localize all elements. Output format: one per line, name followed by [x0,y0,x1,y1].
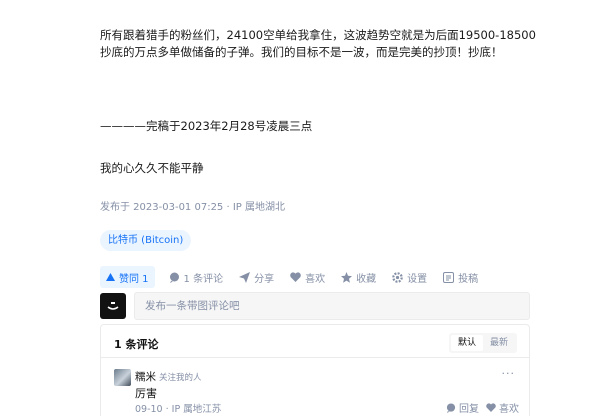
comment-meta: 09-10 · IP 属地江苏 [135,404,222,415]
sort-toggle: 默认 最新 [448,333,517,353]
comment-icon [446,402,456,413]
settings-label: 设置 [407,273,428,285]
topic-tag[interactable]: 比特币 (Bitcoin) [100,230,192,251]
comment-reply-button[interactable]: 回复 [446,400,479,415]
share-icon [239,271,251,283]
comment-reply-label: 回复 [459,404,479,415]
avatar-face-icon [107,302,119,310]
submit-label: 投稿 [458,273,479,285]
comment-icon [169,272,179,283]
comment-author[interactable]: 糯米 [135,369,156,384]
action-bar: 赞同 1 1 条评论 分享 喜欢 收藏 设置 投稿 [100,266,494,288]
comments-panel: 1 条评论 默认 最新 糯米 关注我的人 ··· 厉害 09-10 · IP 属… [100,324,530,416]
publish-meta: 发布于 2023-03-01 07:25 · IP 属地湖北 [100,202,285,213]
star-icon [341,271,353,283]
comment-avatar[interactable] [114,369,131,386]
share-label: 分享 [254,273,275,285]
comment-composer: 发布一条带图评论吧 [100,292,530,320]
like-button[interactable]: 喜欢 [290,270,325,285]
article-paragraph: 所有跟着猎手的粉丝们，24100空单给我拿住，这波趋势空就是为后面19500-1… [100,28,536,59]
comment-button[interactable]: 1 条评论 [169,270,224,285]
comment-author-note: 关注我的人 [159,373,202,383]
comment-label: 1 条评论 [183,273,224,285]
upvote-button[interactable]: 赞同 1 [100,266,155,288]
upvote-label: 赞同 1 [119,273,149,285]
submit-button[interactable]: 投稿 [443,270,478,285]
article-paragraph-closing: 我的心久久不能平静 [100,161,204,175]
sort-default-button[interactable]: 默认 [450,335,483,351]
avatar [100,293,126,319]
gear-icon [392,271,403,283]
triangle-up-icon [106,273,115,281]
like-label: 喜欢 [305,273,326,285]
divider [101,357,529,358]
favorite-button[interactable]: 收藏 [341,270,376,285]
comment-input[interactable]: 发布一条带图评论吧 [134,292,530,320]
settings-button[interactable]: 设置 [392,270,427,285]
favorite-label: 收藏 [356,273,377,285]
submit-icon [443,271,455,283]
heart-icon [486,403,496,412]
share-button[interactable]: 分享 [239,270,274,285]
sort-latest-button[interactable]: 最新 [483,335,515,351]
comment-text: 厉害 [135,387,157,400]
comment-like-label: 喜欢 [499,404,519,415]
more-options-button[interactable]: ··· [502,367,516,380]
heart-icon [290,272,301,282]
comment-like-button[interactable]: 喜欢 [486,400,519,415]
article-paragraph-signoff: ————完稿于2023年2月28号凌晨三点 [100,119,313,133]
comments-title: 1 条评论 [114,338,159,351]
